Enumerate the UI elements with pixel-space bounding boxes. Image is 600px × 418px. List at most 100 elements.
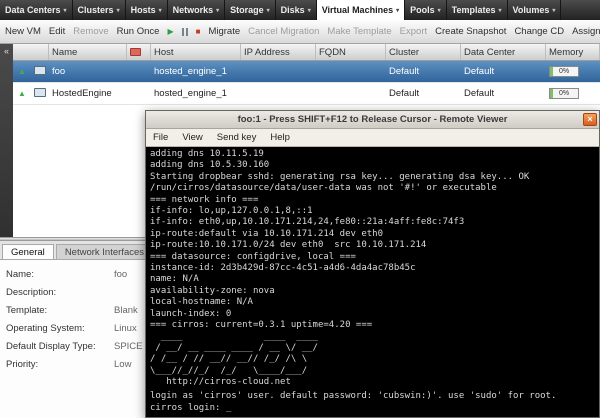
nav-tab-hosts[interactable]: Hosts ▾ (126, 0, 168, 20)
edit-button[interactable]: Edit (49, 26, 65, 37)
vm-monitor-icon (34, 66, 46, 75)
new-vm-button[interactable]: New VM (5, 26, 41, 37)
nav-tab-networks[interactable]: Networks ▾ (168, 0, 226, 20)
header-label: Data Center (464, 47, 515, 58)
vm-host: hosted_engine_1 (151, 66, 241, 77)
chevron-down-icon: ▾ (498, 7, 501, 14)
header-name[interactable]: Name (49, 44, 127, 60)
chevron-down-icon: ▾ (64, 7, 67, 14)
terminal-login-prompt: login as 'cirros' user. default password… (150, 391, 595, 414)
tab-general[interactable]: General (2, 244, 54, 259)
header-fqdn[interactable]: FQDN (316, 44, 386, 60)
viewer-titlebar[interactable]: foo:1 - Press SHIFT+F12 to Release Curso… (146, 111, 599, 129)
collapse-panel-button[interactable]: « (0, 44, 13, 237)
viewer-title: foo:1 - Press SHIFT+F12 to Release Curso… (238, 114, 508, 125)
menu-help[interactable]: Help (263, 132, 297, 143)
field-label: Operating System: (6, 323, 114, 334)
vm-table: Name Host IP Address FQDN Cluster Data C… (13, 44, 600, 105)
header-cluster[interactable]: Cluster (386, 44, 461, 60)
viewer-menubar: File View Send key Help (146, 129, 599, 147)
nav-tab-virtual-machines[interactable]: Virtual Machines ▾ (317, 0, 405, 20)
field-label: Description: (6, 287, 114, 298)
header-memory[interactable]: Memory (546, 44, 600, 60)
stop-vm-icon[interactable]: ■ (196, 28, 201, 36)
nav-tab-storage[interactable]: Storage ▾ (225, 0, 276, 20)
collapse-icon: « (4, 46, 9, 56)
vm-status-cell: ▲ (13, 88, 31, 99)
chevron-down-icon: ▾ (159, 7, 162, 14)
chevron-down-icon: ▾ (117, 7, 120, 14)
tab-network-interfaces[interactable]: Network Interfaces (56, 244, 153, 259)
header-data-center[interactable]: Data Center (461, 44, 546, 60)
run-vm-icon[interactable]: ▶ (167, 28, 173, 36)
suspend-vm-icon[interactable] (182, 28, 188, 36)
status-up-icon: ▲ (18, 67, 26, 76)
header-host[interactable]: Host (151, 44, 241, 60)
console-terminal[interactable]: adding dns 10.11.5.19 adding dns 10.5.30… (146, 147, 599, 417)
chevron-down-icon: ▾ (552, 7, 555, 14)
chevron-down-icon: ▾ (438, 7, 441, 14)
header-console-column[interactable] (127, 44, 151, 60)
change-cd-button[interactable]: Change CD (514, 26, 564, 37)
nav-tab-label: Templates (452, 5, 496, 15)
field-value: Low (114, 359, 131, 370)
vm-toolbar: New VM Edit Remove Run Once ▶ ■ Migrate … (0, 20, 600, 44)
vm-row-foo[interactable]: ▲ foo hosted_engine_1 Default Default 0% (13, 61, 600, 83)
vm-memory-cell: 0% (546, 88, 600, 99)
header-label: FQDN (319, 47, 346, 58)
ovirt-webadmin: Data Centers ▾ Clusters ▾ Hosts ▾ Networ… (0, 0, 600, 418)
migrate-button[interactable]: Migrate (208, 26, 240, 37)
run-once-button[interactable]: Run Once (117, 26, 160, 37)
assign-tags-button[interactable]: Assign Tags (572, 26, 600, 37)
create-snapshot-button[interactable]: Create Snapshot (435, 26, 506, 37)
vm-monitor-icon (34, 88, 46, 97)
menu-send-key[interactable]: Send key (210, 132, 264, 143)
export-button[interactable]: Export (400, 26, 427, 37)
nav-tab-label: Disks (281, 5, 305, 15)
nav-tab-label: Pools (410, 5, 435, 15)
menu-view[interactable]: View (175, 132, 209, 143)
vm-data-center: Default (461, 88, 546, 99)
vm-type-cell (31, 88, 49, 100)
field-value: Linux (114, 323, 137, 334)
terminal-output: adding dns 10.11.5.19 adding dns 10.5.30… (150, 149, 595, 389)
field-label: Name: (6, 269, 114, 280)
make-template-button[interactable]: Make Template (327, 26, 391, 37)
header-label: Memory (549, 47, 583, 58)
vm-row-hostedengine[interactable]: ▲ HostedEngine hosted_engine_1 Default D… (13, 83, 600, 105)
status-up-icon: ▲ (18, 89, 26, 98)
cancel-migration-button[interactable]: Cancel Migration (248, 26, 319, 37)
header-label: Name (52, 47, 77, 58)
chevron-down-icon: ▾ (216, 7, 219, 14)
field-value: foo (114, 269, 127, 280)
field-value: SPICE (114, 341, 143, 352)
close-icon: × (587, 114, 592, 124)
nav-tab-data-centers[interactable]: Data Centers ▾ (0, 0, 73, 20)
header-ip-address[interactable]: IP Address (241, 44, 316, 60)
nav-tab-volumes[interactable]: Volumes ▾ (508, 0, 562, 20)
field-label: Priority: (6, 359, 114, 370)
header-label: Host (154, 47, 174, 58)
memory-usage-bar: 0% (549, 88, 579, 99)
chevron-down-icon: ▾ (308, 7, 311, 14)
vm-name: HostedEngine (49, 88, 127, 99)
vm-cluster: Default (386, 88, 461, 99)
menu-file[interactable]: File (146, 132, 175, 143)
close-button[interactable]: × (583, 113, 597, 126)
nav-tab-pools[interactable]: Pools ▾ (405, 0, 447, 20)
nav-tab-label: Virtual Machines (322, 5, 393, 15)
nav-tab-disks[interactable]: Disks ▾ (276, 0, 317, 20)
chevron-down-icon: ▾ (396, 7, 399, 14)
remove-button[interactable]: Remove (73, 26, 108, 37)
header-label: IP Address (244, 47, 290, 58)
field-value: Blank (114, 305, 138, 316)
nav-tab-templates[interactable]: Templates ▾ (447, 0, 508, 20)
header-label: Cluster (389, 47, 419, 58)
vm-data-center: Default (461, 66, 546, 77)
memory-usage-bar: 0% (549, 66, 579, 77)
header-status-column[interactable] (13, 44, 49, 60)
console-icon (130, 48, 141, 56)
field-label: Default Display Type: (6, 341, 114, 352)
nav-tab-clusters[interactable]: Clusters ▾ (73, 0, 126, 20)
field-label: Template: (6, 305, 114, 316)
